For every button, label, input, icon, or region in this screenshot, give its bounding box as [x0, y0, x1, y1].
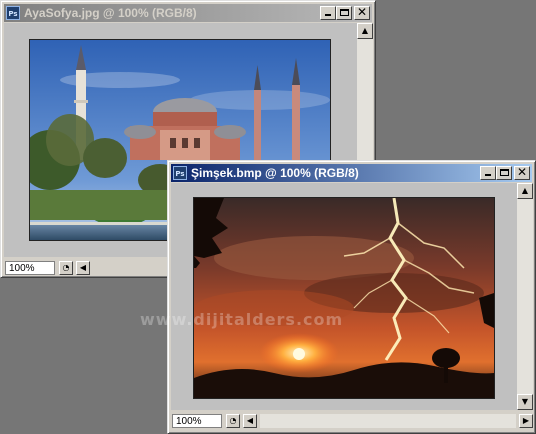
close-button[interactable]: ✕	[354, 5, 370, 20]
close-button[interactable]: ✕	[514, 165, 530, 180]
close-icon: ✕	[356, 5, 368, 19]
photoshop-app-icon[interactable]: Ps	[6, 6, 20, 20]
title-bar[interactable]: Ps AyaSofya.jpg @ 100% (RGB/8) ✕	[4, 4, 372, 22]
zoom-field[interactable]: 100%	[172, 414, 222, 428]
status-bar: 100% ◔ ◀ ▶	[172, 412, 533, 430]
scroll-left-button[interactable]: ◀	[243, 414, 257, 428]
maximize-button[interactable]	[496, 166, 512, 180]
document-window-simsek[interactable]: Ps Şimşek.bmp @ 100% (RGB/8) ✕ ▲ ▼ 100% …	[167, 160, 536, 434]
scroll-down-button[interactable]: ▼	[517, 394, 533, 410]
document-canvas[interactable]	[171, 183, 517, 410]
zoom-field[interactable]: 100%	[5, 261, 55, 275]
window-title: AyaSofya.jpg @ 100% (RGB/8)	[24, 6, 197, 20]
photoshop-app-icon[interactable]: Ps	[173, 166, 187, 180]
scroll-right-button[interactable]: ▶	[519, 414, 533, 428]
status-menu-button[interactable]: ◔	[59, 261, 73, 275]
minimize-button[interactable]	[480, 166, 496, 180]
minimize-icon	[325, 14, 331, 16]
minimize-button[interactable]	[320, 6, 336, 20]
vertical-scrollbar[interactable]: ▲ ▼	[517, 183, 533, 410]
scroll-left-button[interactable]: ◀	[76, 261, 90, 275]
window-title: Şimşek.bmp @ 100% (RGB/8)	[191, 166, 359, 180]
maximize-icon	[340, 9, 349, 16]
title-bar[interactable]: Ps Şimşek.bmp @ 100% (RGB/8) ✕	[171, 164, 532, 182]
status-bar: 100% ◔ ◀	[5, 259, 173, 277]
close-icon: ✕	[516, 165, 528, 179]
status-menu-button[interactable]: ◔	[226, 414, 240, 428]
maximize-icon	[500, 169, 509, 176]
lightning-image	[193, 197, 495, 399]
lightning-photo	[194, 198, 494, 398]
scroll-up-button[interactable]: ▲	[357, 23, 373, 39]
horizontal-scrollbar[interactable]	[260, 414, 516, 428]
maximize-button[interactable]	[336, 6, 352, 20]
scroll-up-button[interactable]: ▲	[517, 183, 533, 199]
minimize-icon	[485, 174, 491, 176]
